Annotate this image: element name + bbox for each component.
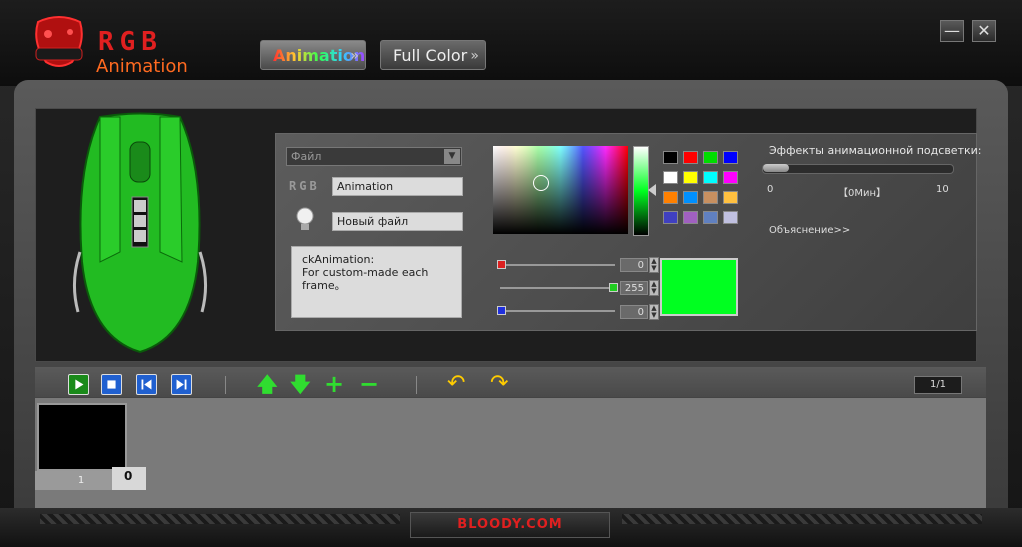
timeline bbox=[35, 398, 986, 508]
description-line: ckAnimation: bbox=[302, 253, 375, 266]
tab-full-color-label: Full Color bbox=[393, 46, 468, 65]
effects-title: Эффекты анимационной подсветки: bbox=[769, 144, 982, 157]
luminance-handle[interactable] bbox=[648, 184, 656, 196]
color-swatch[interactable] bbox=[663, 191, 678, 204]
green-slider-handle[interactable] bbox=[609, 283, 618, 292]
last-frame-button[interactable] bbox=[171, 374, 192, 395]
toolbar-separator bbox=[225, 376, 226, 394]
description-box: ckAnimation: For custom-made each frame。 bbox=[291, 246, 462, 318]
file-dropdown-value: Файл bbox=[291, 150, 322, 163]
add-frame-button[interactable]: + bbox=[324, 372, 344, 396]
chevron-right-icon: » bbox=[350, 48, 359, 64]
effects-speed-handle[interactable] bbox=[763, 164, 789, 172]
color-swatch[interactable] bbox=[683, 151, 698, 164]
color-swatch[interactable] bbox=[703, 211, 718, 224]
color-picker[interactable] bbox=[493, 146, 628, 234]
chevron-right-icon: » bbox=[470, 48, 479, 64]
rgb-title: RGB bbox=[98, 27, 163, 57]
app-window: RGB Animation Animation » Full Color » —… bbox=[0, 0, 1022, 547]
undo-button[interactable]: ↶ bbox=[447, 372, 465, 396]
frame-delay[interactable]: 0 bbox=[112, 467, 146, 490]
close-button[interactable]: ✕ bbox=[972, 20, 996, 42]
blue-slider-handle[interactable] bbox=[497, 306, 506, 315]
color-swatch[interactable] bbox=[703, 171, 718, 184]
toolbar-separator bbox=[416, 376, 417, 394]
chevron-down-icon[interactable]: ▼ bbox=[444, 149, 460, 164]
brand-link[interactable]: BLOODY.COM bbox=[410, 512, 610, 538]
color-swatch[interactable] bbox=[663, 171, 678, 184]
blue-spinner[interactable]: ▲ ▼ bbox=[649, 304, 659, 320]
color-swatch[interactable] bbox=[723, 211, 738, 224]
color-swatch[interactable] bbox=[703, 191, 718, 204]
redo-button[interactable]: ↷ bbox=[490, 372, 508, 396]
app-title: Animation bbox=[96, 56, 188, 77]
frame-thumbnail[interactable] bbox=[37, 403, 127, 471]
mouse-preview[interactable] bbox=[60, 112, 220, 357]
blue-slider[interactable] bbox=[500, 310, 615, 312]
move-up-button[interactable]: 🡅 bbox=[257, 373, 278, 395]
crosshair-icon bbox=[533, 175, 549, 191]
color-swatch[interactable] bbox=[723, 151, 738, 164]
lightbulb-icon bbox=[296, 207, 314, 230]
remove-frame-button[interactable]: − bbox=[359, 372, 379, 396]
effects-value-label: 【0Мин】 bbox=[838, 188, 887, 199]
color-swatch[interactable] bbox=[663, 211, 678, 224]
move-down-button[interactable]: 🡇 bbox=[290, 373, 311, 395]
effects-speed-slider[interactable] bbox=[762, 164, 954, 174]
green-spinner[interactable]: ▲ ▼ bbox=[649, 280, 659, 296]
effects-max-label: 10 bbox=[936, 184, 949, 195]
color-swatch[interactable] bbox=[683, 191, 698, 204]
blue-value-field[interactable]: 0 bbox=[620, 305, 648, 319]
red-value-field[interactable]: 0 bbox=[620, 258, 648, 272]
tab-full-color[interactable]: Full Color » bbox=[380, 40, 486, 70]
name-field[interactable]: Animation bbox=[332, 177, 463, 196]
first-frame-button[interactable] bbox=[136, 374, 157, 395]
color-swatch[interactable] bbox=[683, 171, 698, 184]
current-color-preview bbox=[660, 258, 738, 316]
rgb-label: RGB bbox=[289, 179, 320, 193]
red-slider[interactable] bbox=[500, 264, 615, 266]
file-dropdown[interactable]: Файл ▼ bbox=[286, 147, 462, 166]
color-swatch[interactable] bbox=[723, 191, 738, 204]
footer-stripe bbox=[40, 514, 400, 524]
green-value-field[interactable]: 255 bbox=[620, 281, 648, 295]
page-indicator: 1/1 bbox=[914, 376, 962, 394]
red-spinner[interactable]: ▲ ▼ bbox=[649, 257, 659, 273]
minimize-button[interactable]: — bbox=[940, 20, 964, 42]
color-swatch[interactable] bbox=[663, 151, 678, 164]
title-bar: RGB Animation Animation » Full Color » —… bbox=[0, 0, 1022, 86]
luminance-slider[interactable] bbox=[633, 146, 649, 236]
description-line: For custom-made each frame。 bbox=[302, 266, 429, 292]
footer-stripe bbox=[622, 514, 982, 524]
explain-link[interactable]: Объяснение>> bbox=[769, 225, 850, 236]
tab-animation[interactable]: Animation » bbox=[260, 40, 366, 70]
effects-min-label: 0 bbox=[767, 184, 774, 195]
play-button[interactable] bbox=[68, 374, 89, 395]
stop-button[interactable] bbox=[101, 374, 122, 395]
color-swatch[interactable] bbox=[703, 151, 718, 164]
color-swatch[interactable] bbox=[683, 211, 698, 224]
green-slider[interactable] bbox=[500, 287, 615, 289]
red-slider-handle[interactable] bbox=[497, 260, 506, 269]
color-swatch[interactable] bbox=[723, 171, 738, 184]
file-name-field[interactable]: Новый файл bbox=[332, 212, 463, 231]
bloody-logo bbox=[35, 16, 83, 67]
